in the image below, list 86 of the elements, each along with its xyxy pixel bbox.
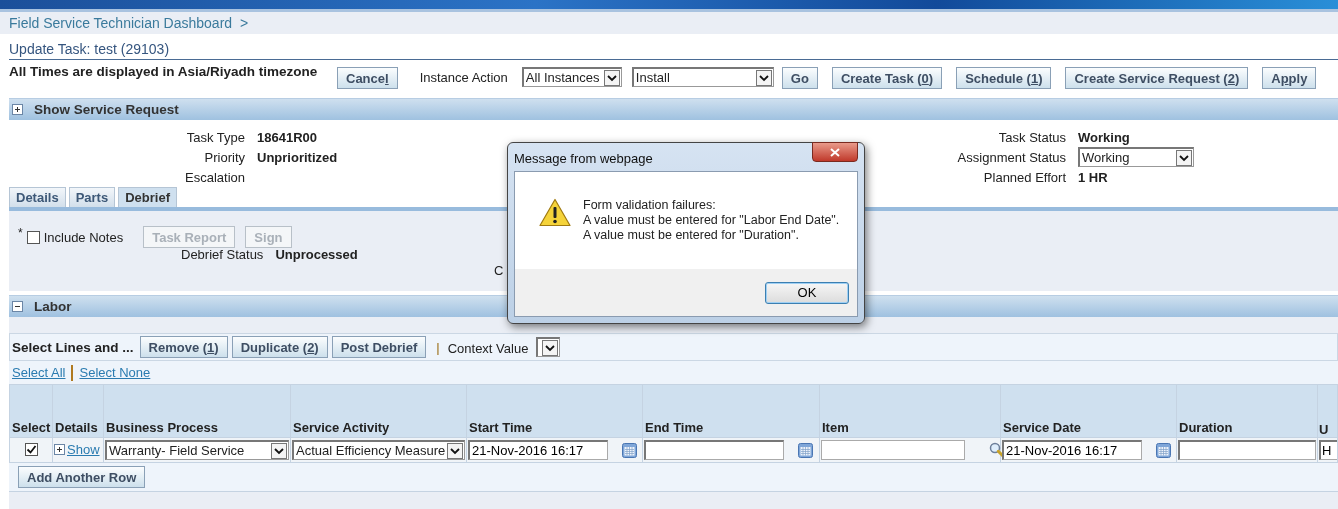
column-header: Details bbox=[55, 420, 98, 435]
field-label: Priority bbox=[204, 149, 245, 165]
input-field[interactable]: 21-Nov-2016 16:17 bbox=[468, 440, 608, 460]
button[interactable]: Apply bbox=[1262, 67, 1317, 89]
column-header: Service Activity bbox=[293, 420, 390, 435]
calendar-icon bbox=[1156, 442, 1171, 458]
search-icon bbox=[989, 442, 1005, 458]
field-label: Task Status bbox=[998, 129, 1066, 145]
expand-icon[interactable] bbox=[54, 444, 65, 455]
ok-button[interactable]: OK bbox=[765, 281, 849, 304]
button[interactable]: Schedule (1) bbox=[956, 67, 1052, 89]
column-header: Business Process bbox=[106, 420, 218, 435]
link[interactable]: Select None bbox=[79, 365, 151, 380]
caret-icon bbox=[271, 442, 287, 459]
tab[interactable]: Parts bbox=[68, 187, 116, 207]
required-mark: * bbox=[18, 226, 23, 240]
column-header: Start Time bbox=[469, 420, 533, 435]
input-field[interactable]: 21-Nov-2016 16:17 bbox=[1002, 440, 1142, 460]
dropdown[interactable]: Warranty- Field Service bbox=[105, 440, 289, 460]
caret-icon bbox=[447, 442, 463, 459]
checkbox[interactable] bbox=[24, 442, 38, 456]
field-value: Working bbox=[1078, 129, 1130, 145]
input-field[interactable] bbox=[644, 440, 784, 460]
button[interactable]: Post Debrief bbox=[331, 336, 427, 358]
calendar-icon bbox=[798, 442, 813, 458]
dropdown[interactable]: All Instances bbox=[521, 67, 622, 87]
section-title: Labor bbox=[34, 299, 72, 314]
calendar-icon bbox=[622, 442, 637, 458]
button[interactable]: Remove (1) bbox=[139, 336, 228, 358]
field-value: 18641R00 bbox=[257, 129, 317, 145]
breadcrumb-separator: > bbox=[240, 15, 249, 31]
checkbox[interactable] bbox=[26, 230, 40, 244]
collapse-icon[interactable] bbox=[12, 301, 23, 312]
dropdown[interactable] bbox=[536, 337, 561, 357]
field-label: Task Type bbox=[186, 129, 245, 145]
caret-icon bbox=[603, 69, 620, 86]
field-value: Unprocessed bbox=[275, 247, 358, 262]
close-button[interactable] bbox=[812, 142, 858, 162]
column-header: Select bbox=[12, 420, 51, 435]
button[interactable]: Duplicate (2) bbox=[231, 336, 328, 358]
page-title: Update Task: test (29103) bbox=[9, 36, 1338, 60]
button[interactable]: Add Another Row bbox=[18, 466, 146, 488]
input-field[interactable]: H bbox=[1319, 440, 1337, 460]
column-header: Item bbox=[822, 420, 849, 435]
field-label: C bbox=[494, 263, 505, 278]
column-header: Duration bbox=[1179, 420, 1233, 435]
input-field[interactable] bbox=[1178, 440, 1316, 460]
button[interactable]: Create Task (0) bbox=[831, 67, 943, 89]
caret-icon bbox=[542, 339, 559, 356]
caret-icon bbox=[755, 69, 772, 86]
button[interactable]: Go bbox=[781, 67, 818, 89]
tab[interactable]: Details bbox=[9, 187, 66, 207]
field-label: Instance Action bbox=[419, 70, 508, 85]
separator: | bbox=[436, 339, 440, 355]
column-header: Service Date bbox=[1003, 420, 1082, 435]
button[interactable]: Cancel bbox=[337, 67, 398, 89]
dropdown[interactable]: Working bbox=[1078, 147, 1194, 167]
field-label: Planned Effort bbox=[983, 169, 1066, 185]
link[interactable]: Select All bbox=[12, 365, 66, 380]
column-header: U bbox=[1319, 422, 1329, 437]
input-field[interactable] bbox=[821, 440, 965, 460]
button[interactable]: Create Service Request (2) bbox=[1065, 67, 1249, 89]
field-label: Debrief Status bbox=[181, 247, 264, 262]
section-title: Show Service Request bbox=[34, 102, 179, 117]
timezone-note: All Times are displayed in Asia/Riyadh timezone bbox=[9, 64, 319, 81]
field-label: Escalation bbox=[185, 169, 245, 185]
message-text: A value must be entered for "Duration". bbox=[583, 228, 800, 243]
message-text: Form validation failures: bbox=[583, 198, 717, 213]
checkmark-icon bbox=[25, 443, 37, 455]
dropdown[interactable]: Install bbox=[631, 67, 774, 87]
field-label: Assignment Status bbox=[957, 149, 1066, 165]
tab[interactable]: Debrief bbox=[118, 187, 177, 207]
close-icon bbox=[830, 147, 840, 157]
dialog-title: Message from webpage bbox=[514, 150, 653, 166]
dropdown[interactable]: Actual Efficiency Measure bbox=[292, 440, 465, 460]
checkbox-label: Include Notes bbox=[43, 229, 124, 245]
warning-icon bbox=[539, 198, 571, 227]
caret-icon bbox=[1176, 149, 1192, 166]
field-value: Unprioritized bbox=[257, 149, 338, 165]
field-value: 1 HR bbox=[1078, 169, 1108, 185]
message-text: A value must be entered for "Labor End Date". bbox=[583, 213, 840, 228]
breadcrumb-link[interactable]: Field Service Technician Dashboard bbox=[9, 15, 233, 31]
toolbar-title: Select Lines and ... bbox=[12, 339, 134, 355]
field-label: Context Value bbox=[447, 341, 529, 356]
expand-icon[interactable] bbox=[12, 104, 23, 115]
column-header: End Time bbox=[645, 420, 704, 435]
